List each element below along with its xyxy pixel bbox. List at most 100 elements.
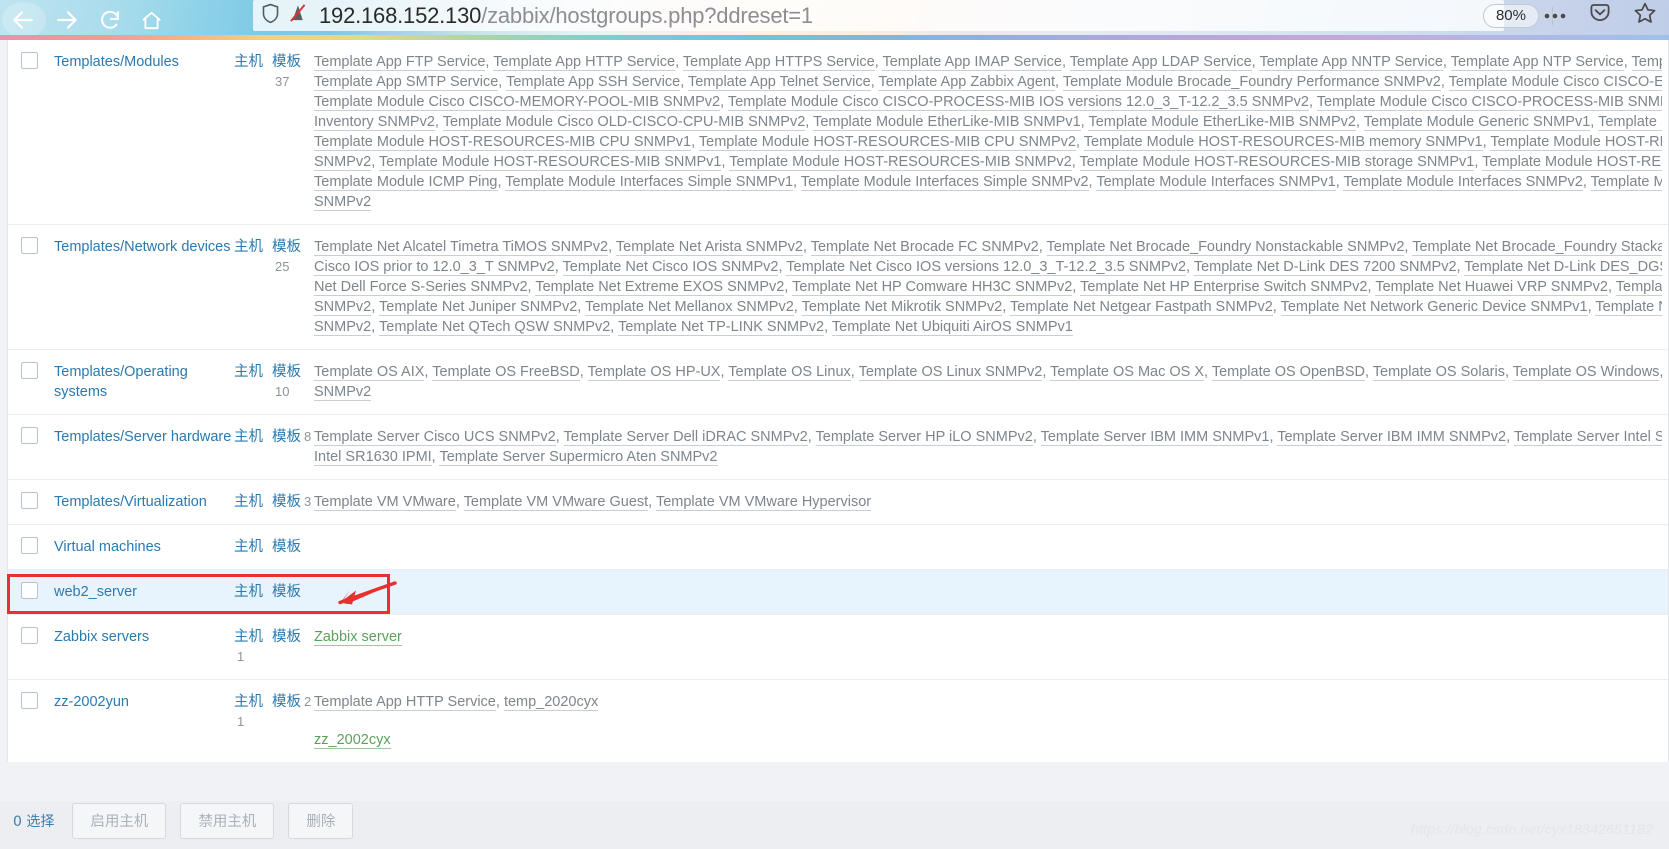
group-name-link[interactable]: Templates/Virtualization	[54, 494, 207, 510]
template-link[interactable]: Template Net D-Link DES_DGS Swit	[1464, 259, 1662, 276]
template-link[interactable]: Template Module HOST-RESOURCES-MIB CPU S…	[698, 134, 1076, 151]
hosts-link[interactable]: 主机	[234, 584, 263, 600]
enable-hosts-button[interactable]: 启用主机	[72, 803, 167, 839]
template-link[interactable]: Template Module Cisco CISCO-PROCESS-MIB …	[1316, 94, 1662, 111]
template-link[interactable]: Template Server IBM IMM SNMPv2	[1277, 429, 1507, 446]
template-link[interactable]: Template Net Mikrotik SNMPv2	[801, 299, 1003, 316]
table-row[interactable]: Templates/Modules 主机 模板 37 Template App FTP …	[8, 40, 1668, 225]
template-link[interactable]: SNMPv2	[314, 384, 372, 401]
group-name-link[interactable]: Zabbix servers	[54, 629, 149, 645]
template-link[interactable]: Template Net Cisco IOS versions 12.0_3_T…	[786, 259, 1187, 276]
template-link[interactable]: Template Net Huawei VRP SNMPv2	[1375, 279, 1608, 296]
group-name-link[interactable]: Virtual machines	[54, 539, 161, 555]
template-link[interactable]: Template App NNTP Service	[1259, 54, 1443, 71]
templates-link[interactable]: 模板	[272, 364, 301, 380]
template-link[interactable]: Template Module EtherLike-MIB SNMPv2	[1088, 114, 1356, 131]
template-link[interactable]: Template Module Cisco CISCO-MEMORY-POOL-…	[314, 94, 721, 111]
row-checkbox[interactable]	[21, 537, 38, 554]
template-link[interactable]: Net Dell Force S-Series SNMPv2	[314, 279, 528, 296]
row-checkbox[interactable]	[21, 692, 38, 709]
template-link[interactable]: Template Net Arista SNMPv2	[615, 239, 803, 256]
template-link[interactable]: Template Net In	[1615, 279, 1662, 296]
group-name-link[interactable]: zz-2002yun	[54, 694, 129, 710]
template-link[interactable]: Template OS Linux	[728, 364, 851, 381]
group-name-link[interactable]: Templates/Server hardware	[54, 429, 231, 445]
template-link[interactable]: Template Server Cisco UCS SNMPv2	[314, 429, 556, 446]
template-link[interactable]: Template App SMTP Service	[314, 74, 499, 91]
template-link[interactable]: Template Net Juniper SNMPv2	[379, 299, 578, 316]
template-link[interactable]: Template Module	[1590, 174, 1662, 191]
templates-link[interactable]: 模板	[272, 629, 301, 645]
template-link[interactable]: Template OS OpenBSD	[1211, 364, 1365, 381]
template-link[interactable]: SNMPv2	[314, 319, 372, 336]
template-link[interactable]: Cisco IOS prior to 12.0_3_T SNMPv2	[314, 259, 555, 276]
template-link[interactable]: SNMPv2	[314, 154, 372, 171]
row-checkbox[interactable]	[21, 427, 38, 444]
template-link[interactable]: Template OS Linux SNMPv2	[858, 364, 1043, 381]
group-name-link[interactable]: Templates/Operating systems	[54, 364, 188, 400]
template-link[interactable]: Template App Telnet Service	[687, 74, 871, 91]
template-link[interactable]: Template Net Brocade FC SNMPv2	[810, 239, 1039, 256]
template-link[interactable]: Template Net HP Comware HH3C SNMPv2	[792, 279, 1073, 296]
template-link[interactable]: Template Net Cisco IOS SNMPv2	[562, 259, 779, 276]
template-link[interactable]: Template OS HP-UX	[587, 364, 721, 381]
hosts-link[interactable]: 主机	[234, 494, 263, 510]
template-link[interactable]: Template Net Brocade_Foundry Nonstackabl…	[1046, 239, 1405, 256]
template-link[interactable]: Template Net TP-LINK SNMPv2	[618, 319, 825, 336]
template-link[interactable]: Template Net Alcatel Timetra TiMOS SNMPv…	[314, 239, 609, 256]
template-link[interactable]: Template Module Interfaces SNMPv1	[1096, 174, 1336, 191]
template-link[interactable]: Template Module Interfaces Simple SNMPv2	[800, 174, 1089, 191]
template-link[interactable]: SNMPv2	[314, 299, 372, 316]
template-link[interactable]: Template VM VMware	[314, 494, 456, 511]
delete-button[interactable]: 删除	[288, 803, 354, 839]
template-link[interactable]: Template Net Netgear Fastpath SNMPv2	[1010, 299, 1273, 316]
templates-link[interactable]: 模板	[272, 584, 301, 600]
templates-link[interactable]: 模板	[272, 694, 301, 710]
template-link[interactable]: Template OS AIX	[314, 364, 425, 381]
table-row[interactable]: Templates/Virtualization 主机 模板 3 Template VM…	[8, 480, 1668, 525]
template-link[interactable]: Template Module HOST-RESOURCES-MIB stora…	[1079, 154, 1475, 171]
hosts-link[interactable]: 主机	[234, 239, 263, 255]
template-link[interactable]: Template Module Interfaces SNMPv2	[1343, 174, 1583, 191]
ellipsis-menu-icon[interactable]	[1543, 7, 1567, 25]
template-link[interactable]: Template App NTP Service	[1450, 54, 1624, 71]
template-link[interactable]: Template Net HP Enterprise Switch SNMPv2	[1080, 279, 1368, 296]
table-row[interactable]: Templates/Network devices 主机 模板 25 Template …	[8, 225, 1668, 350]
table-row[interactable]: zz-2002yun 主机 1 模板 2 Template App HTTP Servic…	[8, 680, 1668, 763]
tracking-protection-shield-icon[interactable]	[261, 3, 280, 29]
template-link[interactable]: Template App HTTPS Service	[682, 54, 875, 71]
templates-link[interactable]: 模板	[272, 54, 301, 70]
hosts-link[interactable]: 主机	[234, 364, 263, 380]
template-link[interactable]: Template Module ICMP Ping	[314, 174, 498, 191]
template-link[interactable]: Template Module HOST-RESOURCE	[1482, 154, 1662, 171]
row-checkbox[interactable]	[21, 582, 38, 599]
template-link[interactable]: Template Net Extreme EXOS SNMPv2	[535, 279, 785, 296]
table-row[interactable]: web2_server 主机 模板	[8, 569, 1668, 615]
hosts-link[interactable]: 主机	[234, 54, 263, 70]
zoom-level-indicator[interactable]: 80%	[1482, 4, 1539, 28]
template-link[interactable]: Template VM VMware Hypervisor	[655, 494, 872, 511]
template-link[interactable]: Template Net Mellanox SNMPv2	[585, 299, 794, 316]
row-checkbox[interactable]	[21, 237, 38, 254]
template-link[interactable]: Template Net QTech QSW SNMPv2	[379, 319, 611, 336]
home-icon[interactable]	[140, 9, 163, 32]
template-link[interactable]: Template	[1631, 54, 1662, 71]
template-link[interactable]: Template Module HOST-RESOURCES-MIB memor…	[1083, 134, 1483, 151]
template-link[interactable]: Inventory SNMPv2	[314, 114, 435, 131]
back-arrow-icon[interactable]	[10, 7, 36, 33]
template-link[interactable]: Zabbix server	[314, 629, 402, 646]
template-link[interactable]: Template Server IBM IMM SNMPv1	[1040, 429, 1270, 446]
row-checkbox[interactable]	[21, 52, 38, 69]
template-link[interactable]: Template Server Supermicro Aten SNMPv2	[439, 449, 718, 466]
template-link[interactable]: Template Module Cisco OLD-CISCO-CPU-MIB …	[442, 114, 806, 131]
template-link[interactable]: zz_2002cyx	[314, 732, 391, 749]
template-link[interactable]: Template Net Ubiquiti AirOS SNMPv1	[831, 319, 1073, 336]
template-link[interactable]: Template OS Windows	[1512, 364, 1660, 381]
template-link[interactable]: Template Module HOST-RESOURCES-MIB CPU S…	[314, 134, 692, 151]
tracker-blocked-icon[interactable]	[288, 2, 307, 29]
templates-link[interactable]: 模板	[272, 239, 301, 255]
row-checkbox[interactable]	[21, 627, 38, 644]
table-row[interactable]: Zabbix servers 主机 1 模板 Zabbix server	[8, 615, 1668, 680]
template-link[interactable]: Template App HTTP Service	[493, 54, 676, 71]
templates-link[interactable]: 模板	[272, 429, 301, 445]
